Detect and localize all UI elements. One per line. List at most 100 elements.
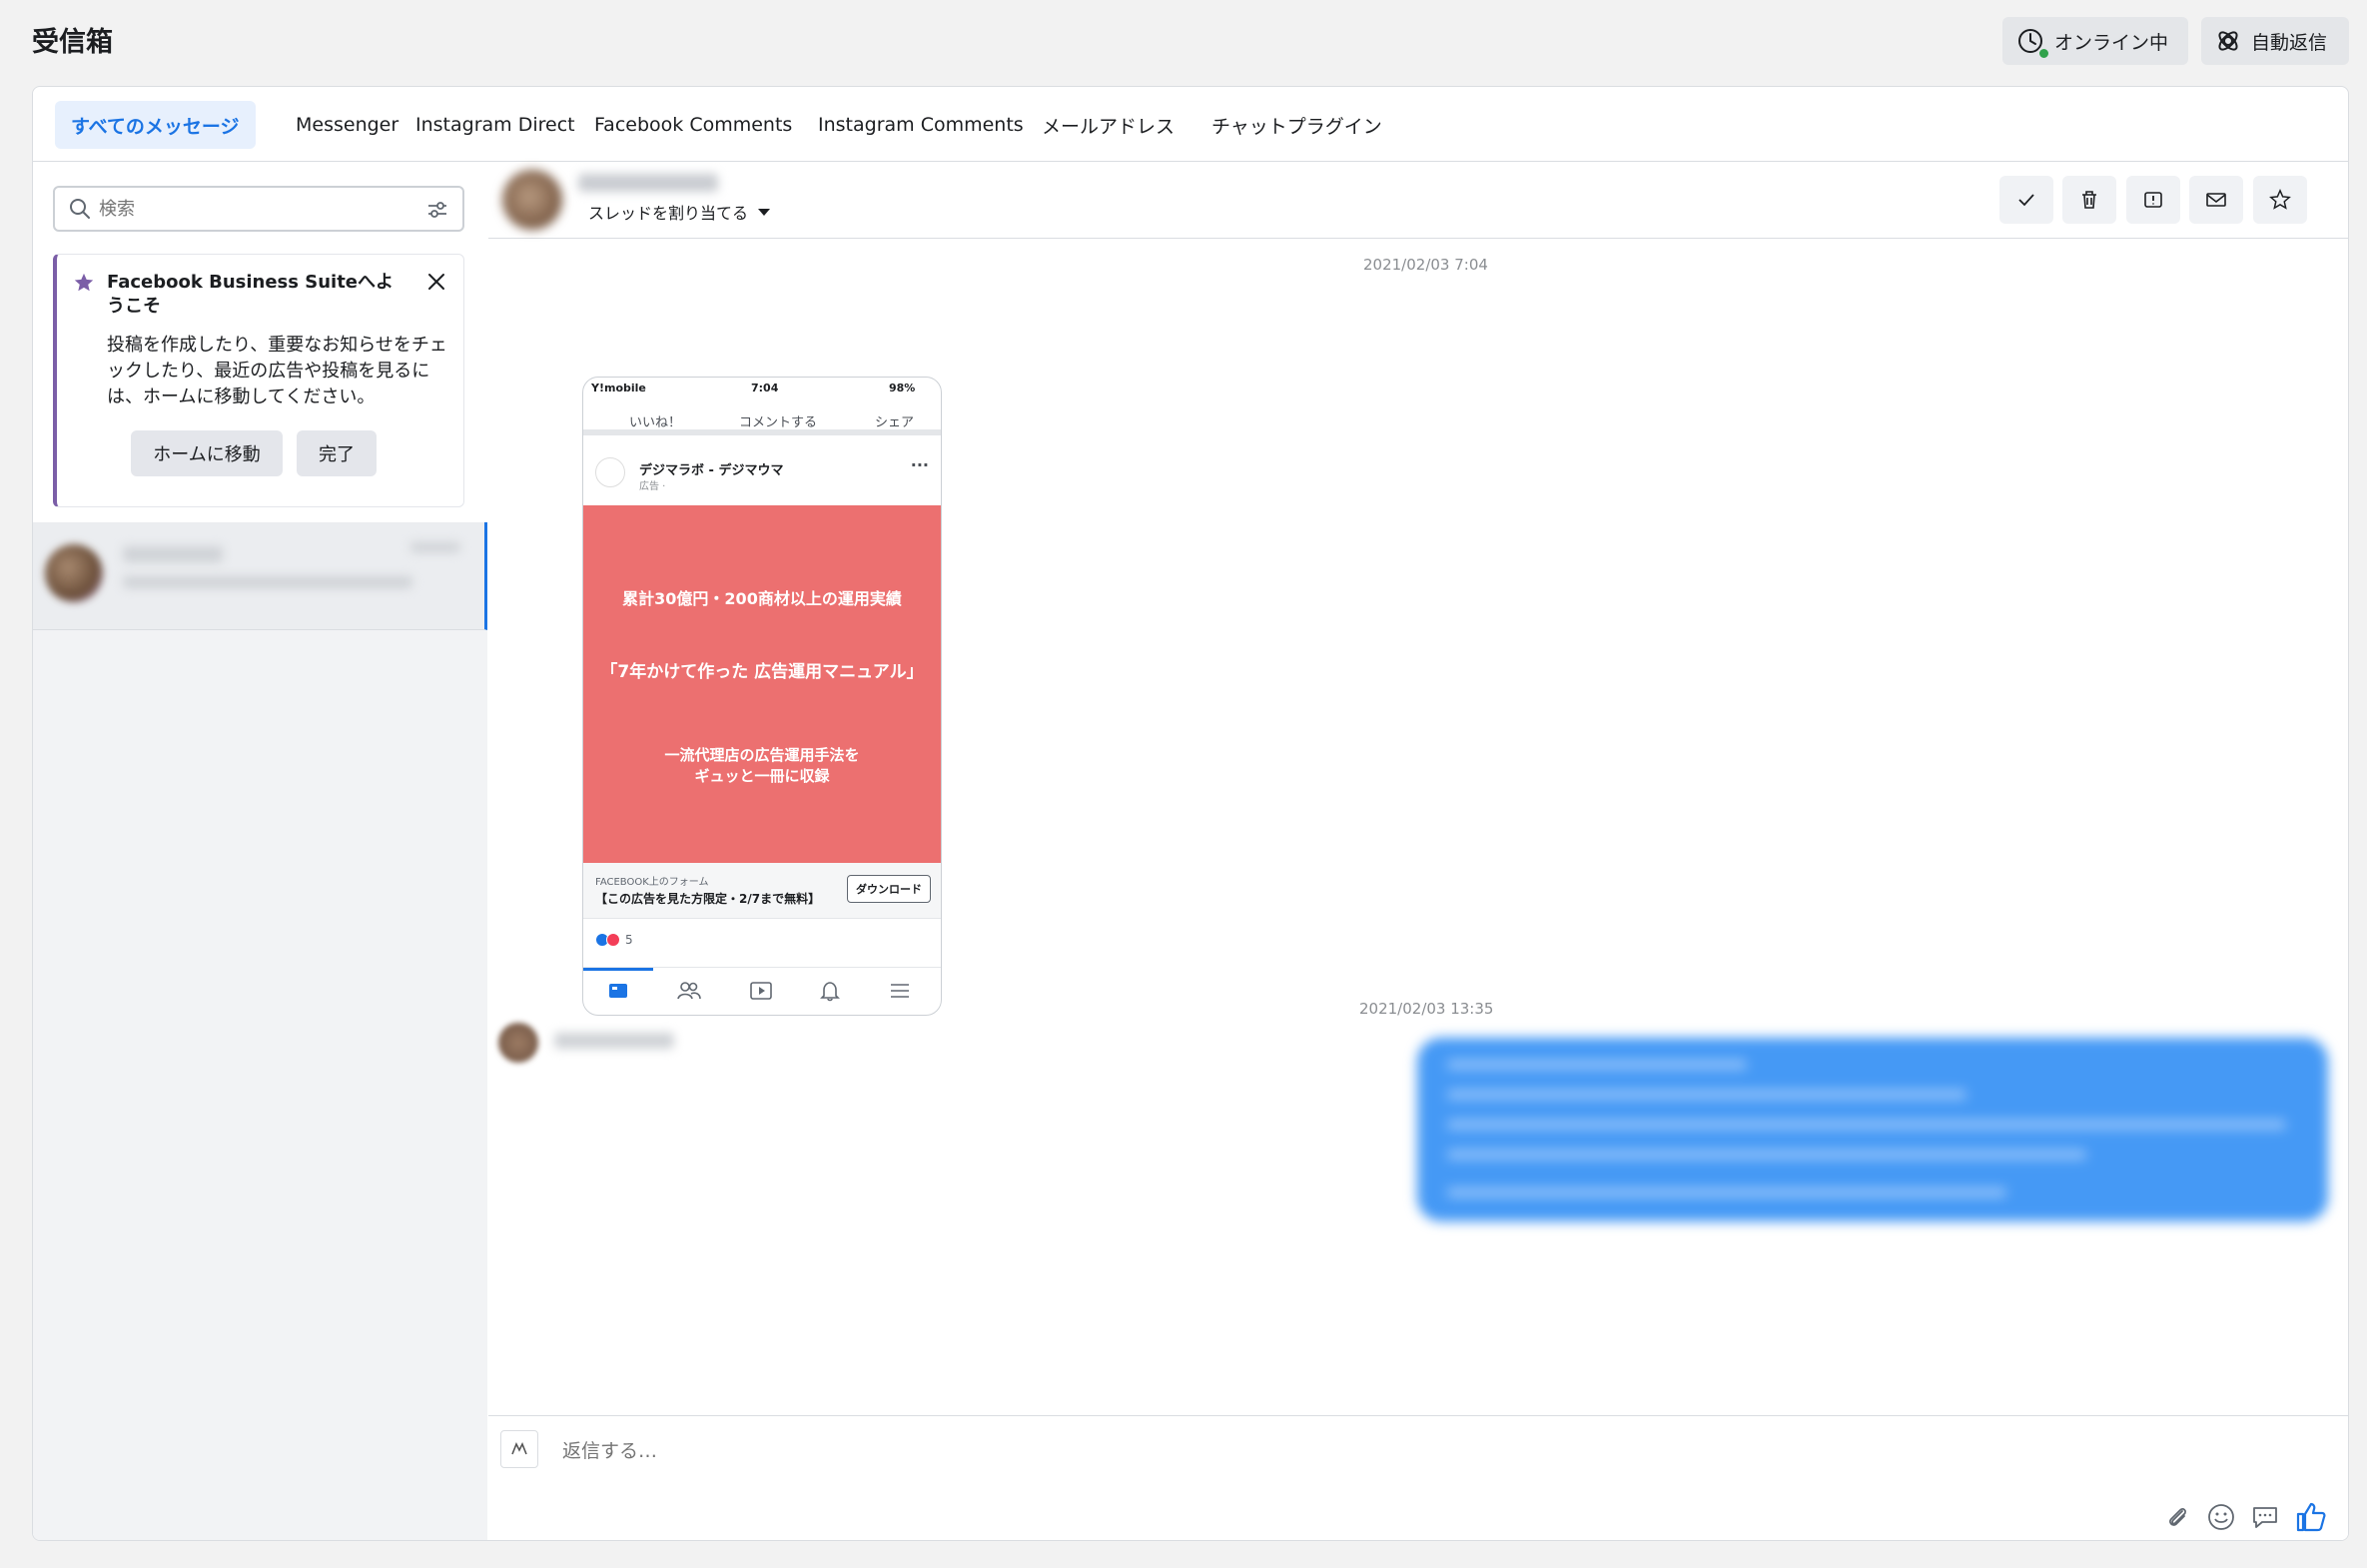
thread-list-item[interactable] bbox=[33, 522, 487, 630]
close-icon[interactable] bbox=[425, 271, 447, 293]
auto-reply-icon bbox=[2218, 31, 2238, 51]
blurred-text-line bbox=[1447, 1150, 2086, 1160]
like-label: いいね！ bbox=[629, 415, 682, 430]
form-label: FACEBOOK上のフォーム bbox=[595, 877, 709, 888]
reply-composer bbox=[488, 1415, 2348, 1540]
check-icon bbox=[2018, 194, 2034, 207]
blurred-time bbox=[410, 542, 460, 552]
done-button[interactable]: 完了 bbox=[297, 430, 377, 476]
auto-reply-label: 自動返信 bbox=[2251, 31, 2328, 54]
go-home-button[interactable]: ホームに移動 bbox=[131, 430, 283, 476]
reactions: 5 bbox=[595, 933, 633, 947]
online-dot-icon bbox=[2037, 47, 2050, 60]
welcome-body: 投稿を作成したり、重要なお知らせをチェックしたり、最近の広告や投稿を見るには、ホ… bbox=[107, 335, 447, 407]
news-feed-icon bbox=[609, 984, 627, 998]
outgoing-message-bubble bbox=[1417, 1038, 2328, 1221]
tab-bar: すべてのメッセージ Messenger Instagram Direct Fac… bbox=[33, 87, 2348, 162]
top-bar: 受信箱 オンライン中 自動返信 bbox=[0, 0, 2367, 84]
blurred-text-line bbox=[1447, 1060, 1747, 1070]
mark-unread-button[interactable] bbox=[2189, 176, 2243, 224]
blurred-text-line bbox=[1447, 1187, 2006, 1197]
avatar bbox=[502, 170, 562, 230]
star-thread-button[interactable] bbox=[2253, 176, 2307, 224]
online-label: オンライン中 bbox=[2054, 31, 2169, 54]
thread-header: スレッドを割り当てる bbox=[488, 162, 2348, 239]
thread-list-empty bbox=[33, 630, 487, 1540]
assign-thread-dropdown[interactable]: スレッドを割り当てる bbox=[588, 200, 771, 224]
composer-toolbar bbox=[2162, 1500, 2328, 1534]
thread-list-top: Facebook Business Suiteへようこそ 投稿を作成したり、重要… bbox=[33, 162, 487, 522]
avatar bbox=[498, 1023, 538, 1063]
comment-label: コメントする bbox=[739, 415, 818, 430]
caret-down-icon bbox=[758, 208, 771, 216]
tab-email[interactable]: メールアドレス bbox=[1026, 101, 1190, 149]
emoji-icon[interactable] bbox=[2206, 1502, 2236, 1532]
ad-line-1: 累計30億円・200商材以上の運用実績 bbox=[622, 589, 902, 608]
nav-active-indicator bbox=[583, 968, 653, 971]
sponsored-label: 広告 · bbox=[639, 481, 666, 492]
ad-cta-bar: FACEBOOK上のフォーム 【この広告を見た方限定・2/7まで無料】 ダウンロ… bbox=[583, 863, 941, 919]
love-reaction-icon bbox=[606, 933, 620, 947]
ad-creative: 累計30億円・200商材以上の運用実績 「7年かけて作った 広告運用マニュアル」… bbox=[583, 505, 941, 863]
tab-all-messages[interactable]: すべてのメッセージ bbox=[55, 101, 256, 149]
saved-replies-icon[interactable] bbox=[2250, 1502, 2280, 1532]
phone-battery: 98% bbox=[889, 382, 916, 394]
report-spam-button[interactable] bbox=[2126, 176, 2180, 224]
message-timestamp: 2021/02/03 13:35 bbox=[1359, 1000, 1494, 1018]
menu-icon bbox=[891, 984, 909, 998]
watch-icon bbox=[750, 982, 772, 1000]
ad-line-2: 「7年かけて作った 広告運用マニュアル」 bbox=[600, 662, 924, 682]
message-timestamp: 2021/02/03 7:04 bbox=[1363, 256, 1488, 274]
blurred-sender-name bbox=[123, 546, 223, 562]
phone-action-bar: いいね！ コメントする シェア bbox=[583, 399, 941, 435]
tab-instagram-comments[interactable]: Instagram Comments bbox=[802, 101, 1040, 149]
more-icon: ··· bbox=[910, 455, 929, 474]
conversation-panel: スレッドを割り当てる 2021/02/03 7:04 Y!mobile 7:04… bbox=[488, 162, 2348, 1540]
welcome-card: Facebook Business Suiteへようこそ 投稿を作成したり、重要… bbox=[53, 254, 464, 507]
delete-button[interactable] bbox=[2062, 176, 2116, 224]
blurred-text-line bbox=[1447, 1120, 2286, 1130]
ad-line-3b: ギュッと一冊に収録 bbox=[694, 767, 830, 785]
blurred-text-line bbox=[1447, 1090, 1967, 1100]
phone-carrier: Y!mobile bbox=[591, 382, 646, 394]
share-label: シェア bbox=[875, 415, 915, 430]
online-status-button[interactable]: オンライン中 bbox=[2002, 17, 2188, 65]
avatar bbox=[45, 544, 103, 602]
search-icon bbox=[70, 199, 90, 219]
download-label: ダウンロード bbox=[847, 875, 931, 903]
blurred-contact-name bbox=[578, 174, 718, 192]
search-input[interactable] bbox=[99, 198, 398, 220]
phone-status-bar: Y!mobile 7:04 98% bbox=[583, 378, 941, 399]
mail-icon bbox=[2206, 193, 2226, 207]
thread-list-panel: Facebook Business Suiteへようこそ 投稿を作成したり、重要… bbox=[33, 162, 487, 1540]
filter-icon[interactable] bbox=[426, 199, 448, 221]
reply-input[interactable] bbox=[562, 1440, 1561, 1462]
tab-facebook-comments[interactable]: Facebook Comments bbox=[578, 101, 808, 149]
page-logo-icon bbox=[500, 1430, 538, 1468]
ad-page-name: デジマラボ - デジマウマ bbox=[639, 463, 784, 478]
form-title: 【この広告を見た方限定・2/7まで無料】 bbox=[595, 892, 821, 906]
inbox-card: すべてのメッセージ Messenger Instagram Direct Fac… bbox=[32, 86, 2349, 1541]
tab-instagram-direct[interactable]: Instagram Direct bbox=[399, 101, 591, 149]
mark-done-button[interactable] bbox=[1999, 176, 2053, 224]
auto-reply-button[interactable]: 自動返信 bbox=[2201, 17, 2349, 65]
trash-icon bbox=[2082, 191, 2096, 209]
page-logo-icon bbox=[595, 457, 625, 487]
search-box[interactable] bbox=[53, 186, 464, 232]
star-outline-icon bbox=[2269, 189, 2291, 210]
page-title: 受信箱 bbox=[32, 27, 113, 58]
tab-messenger[interactable]: Messenger bbox=[280, 101, 414, 149]
ad-line-3: 一流代理店の広告運用手法を ギュッと一冊に収録 bbox=[583, 745, 941, 787]
thumbs-up-icon[interactable] bbox=[2294, 1500, 2328, 1534]
ad-line-3a: 一流代理店の広告運用手法を bbox=[664, 746, 860, 764]
tab-chat-plugin[interactable]: チャットプラグイン bbox=[1195, 101, 1398, 149]
bell-icon bbox=[820, 982, 840, 1002]
alert-icon bbox=[2144, 192, 2162, 208]
blurred-sender-name bbox=[554, 1033, 674, 1049]
reaction-count: 5 bbox=[625, 933, 633, 947]
image-attachment[interactable]: Y!mobile 7:04 98% いいね！ コメントする シェア デジマラボ … bbox=[582, 377, 942, 1016]
assign-thread-label: スレッドを割り当てる bbox=[588, 204, 749, 223]
attachment-icon[interactable] bbox=[2162, 1502, 2192, 1532]
phone-nav-bar bbox=[583, 967, 941, 1015]
star-icon bbox=[74, 273, 94, 292]
